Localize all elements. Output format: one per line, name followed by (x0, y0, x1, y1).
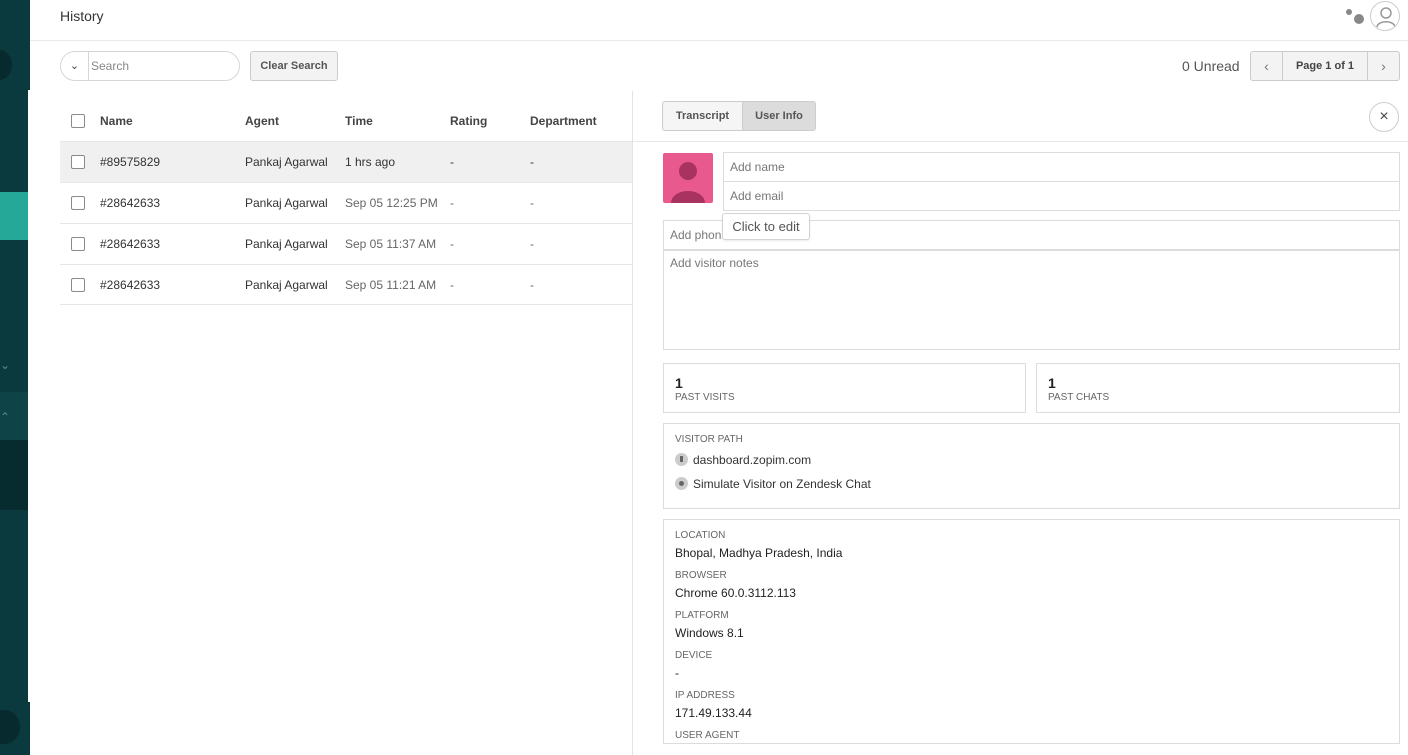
column-header-agent[interactable]: Agent (245, 114, 279, 128)
past-visits-value: 1 (675, 375, 683, 391)
row-agent: Pankaj Agarwal (245, 196, 328, 210)
row-name: #28642633 (100, 237, 161, 251)
panel-divider (632, 91, 633, 755)
app-root: ⌄ ⌃ History ⌄ Clear Search 0 Unread ‹ Pa… (0, 0, 1408, 755)
row-rating: - (450, 196, 454, 210)
row-agent: Pankaj Agarwal (245, 155, 328, 169)
platform-value: Windows 8.1 (675, 626, 744, 640)
sidebar-item-active[interactable] (0, 192, 28, 240)
row-department: - (530, 196, 534, 210)
past-chats-label: PAST CHATS (1048, 392, 1110, 403)
row-department: - (530, 155, 534, 169)
location-label: LOCATION (675, 530, 726, 541)
row-agent: Pankaj Agarwal (245, 237, 328, 251)
column-header-department[interactable]: Department (530, 114, 597, 128)
ip-address-value: 171.49.133.44 (675, 706, 752, 720)
row-checkbox[interactable] (71, 237, 85, 251)
search-toolbar: ⌄ Clear Search 0 Unread ‹ Page 1 of 1 › (30, 41, 1408, 91)
visitor-path-item[interactable]: dashboard.zopim.com (675, 453, 811, 467)
visitor-path-heading: VISITOR PATH (675, 434, 743, 445)
unread-count: 0 Unread (1182, 58, 1240, 74)
location-value: Bhopal, Madhya Pradesh, India (675, 546, 843, 560)
tab-transcript[interactable]: Transcript (663, 102, 743, 130)
row-rating: - (450, 237, 454, 251)
sidebar-logo[interactable] (0, 50, 12, 80)
page-indicator: Page 1 of 1 (1295, 60, 1355, 72)
column-header-rating[interactable]: Rating (450, 114, 487, 128)
table-row[interactable]: #28642633 Pankaj Agarwal Sep 05 11:21 AM… (60, 264, 632, 305)
row-time: Sep 05 12:25 PM (345, 196, 438, 210)
visitor-info-card: LOCATION Bhopal, Madhya Pradesh, India B… (663, 519, 1400, 744)
column-header-name[interactable]: Name (100, 114, 133, 128)
row-agent: Pankaj Agarwal (245, 278, 328, 292)
row-name: #28642633 (100, 196, 161, 210)
top-header: History (30, 0, 1408, 41)
table-row[interactable]: #28642633 Pankaj Agarwal Sep 05 12:25 PM… (60, 182, 632, 223)
visitor-path-card: VISITOR PATH dashboard.zopim.com Simulat… (663, 423, 1400, 509)
panel-tabs: Transcript User Info (662, 101, 816, 131)
name-field[interactable]: Add name (723, 152, 1400, 182)
platform-label: PLATFORM (675, 610, 729, 621)
chevron-right-icon[interactable]: › (1367, 52, 1399, 80)
tab-user-info[interactable]: User Info (743, 102, 815, 130)
sidebar-subsection (0, 440, 28, 510)
close-icon[interactable]: × (1369, 102, 1399, 132)
visitor-path-item[interactable]: Simulate Visitor on Zendesk Chat (675, 477, 871, 491)
visitor-notes-field[interactable]: Add visitor notes (663, 250, 1400, 350)
row-time: 1 hrs ago (345, 155, 396, 169)
user-agent-label: USER AGENT (675, 730, 740, 741)
row-department: - (530, 278, 534, 292)
visitor-path-title: Simulate Visitor on Zendesk Chat (693, 477, 871, 491)
page-title: History (60, 8, 104, 24)
sidebar-bottom-avatar[interactable] (0, 710, 20, 744)
select-all-checkbox[interactable] (71, 114, 85, 128)
email-field[interactable]: Add email (723, 181, 1400, 211)
row-checkbox[interactable] (71, 155, 85, 169)
row-department: - (530, 237, 534, 251)
past-chats-value: 1 (1048, 375, 1056, 391)
visitor-path-url: dashboard.zopim.com (693, 453, 812, 467)
sidebar: ⌄ ⌃ (0, 0, 28, 755)
table-row[interactable]: #28642633 Pankaj Agarwal Sep 05 11:37 AM… (60, 223, 632, 264)
clear-search-button[interactable]: Clear Search (250, 51, 338, 81)
visitor-avatar-icon (663, 153, 713, 203)
table-row[interactable]: #89575829 Pankaj Agarwal 1 hrs ago - - (60, 141, 632, 182)
sidebar-edge (28, 0, 30, 755)
panel-separator (633, 141, 1408, 142)
row-name: #89575829 (100, 155, 161, 169)
status-dots-icon[interactable] (1343, 6, 1365, 26)
dot-icon (675, 477, 688, 490)
browser-label: BROWSER (675, 570, 727, 581)
table-header: Name Agent Time Rating Department (60, 100, 632, 141)
click-to-edit-tooltip: Click to edit (722, 213, 810, 240)
chevron-down-icon[interactable]: ⌄ (0, 358, 14, 372)
ip-address-label: IP ADDRESS (675, 690, 735, 701)
device-value: - (675, 666, 679, 680)
download-icon (675, 453, 688, 466)
search-input[interactable] (91, 56, 231, 76)
chevron-down-icon[interactable]: ⌄ (61, 52, 89, 80)
chevron-left-icon[interactable]: ‹ (1251, 52, 1283, 80)
past-chats-card: 1 PAST CHATS (1036, 363, 1400, 413)
browser-value: Chrome 60.0.3112.113 (675, 586, 796, 600)
row-name: #28642633 (100, 278, 161, 292)
row-rating: - (450, 155, 454, 169)
past-visits-label: PAST VISITS (675, 392, 735, 403)
row-time: Sep 05 11:37 AM (345, 237, 437, 251)
row-rating: - (450, 278, 454, 292)
user-avatar-icon[interactable] (1370, 1, 1400, 31)
column-header-time[interactable]: Time (345, 114, 373, 128)
row-time: Sep 05 11:21 AM (345, 278, 437, 292)
chevron-up-icon[interactable]: ⌃ (0, 410, 14, 424)
row-checkbox[interactable] (71, 196, 85, 210)
past-visits-card: 1 PAST VISITS (663, 363, 1026, 413)
pagination: ‹ Page 1 of 1 › (1250, 51, 1400, 81)
history-table: Name Agent Time Rating Department #89575… (60, 100, 632, 305)
row-checkbox[interactable] (71, 278, 85, 292)
device-label: DEVICE (675, 650, 713, 661)
search-box: ⌄ (60, 51, 240, 81)
